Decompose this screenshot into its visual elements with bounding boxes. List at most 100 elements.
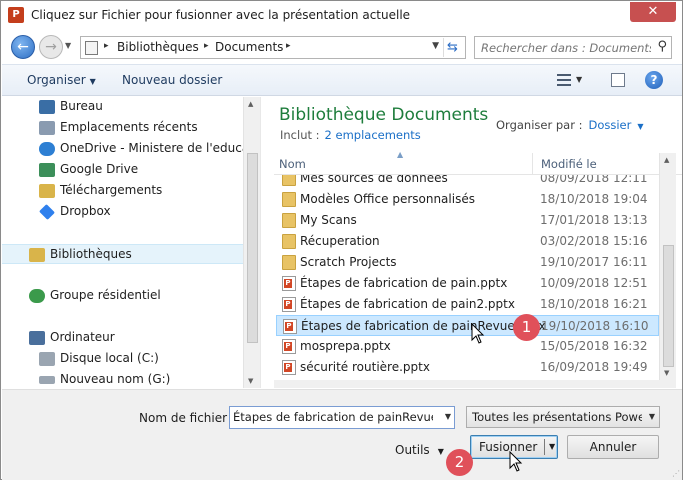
address-dropdown-icon[interactable]: ▼ bbox=[432, 41, 439, 51]
pptx-file-icon bbox=[282, 276, 296, 291]
filename-label: Nom de fichier : bbox=[139, 411, 235, 425]
nav-item-homegroup[interactable]: Groupe résidentiel bbox=[2, 286, 243, 306]
list-item[interactable]: mosprepa.pptx 15/05/2018 16:32 bbox=[276, 336, 659, 357]
file-name: Scratch Projects bbox=[300, 255, 397, 269]
back-button[interactable]: ← bbox=[11, 35, 35, 59]
nav-item-drive-g[interactable]: Nouveau nom (G:) bbox=[2, 370, 243, 388]
command-toolbar: Organiser ▼ Nouveau dossier ▼ ? bbox=[2, 64, 682, 96]
arrange-by: Organiser par : Dossier ▼ bbox=[496, 118, 644, 132]
nav-item-libraries[interactable]: Bibliothèques bbox=[2, 244, 243, 264]
list-item[interactable]: Récuperation 03/02/2018 15:16 bbox=[276, 231, 659, 252]
forward-button[interactable]: → bbox=[39, 35, 63, 59]
close-button[interactable]: ✕ bbox=[630, 2, 676, 22]
horizontal-scrollbar[interactable] bbox=[274, 380, 676, 388]
chevron-down-icon[interactable]: ▼ bbox=[445, 412, 451, 421]
step-2-badge: 2 bbox=[446, 449, 473, 476]
column-name[interactable]: Nom bbox=[279, 157, 306, 171]
nav-item-label: Ordinateur bbox=[50, 330, 115, 344]
chevron-down-icon[interactable]: ▼ bbox=[637, 122, 643, 131]
scroll-up-icon[interactable]: ▲ bbox=[248, 100, 253, 108]
chevron-down-icon[interactable]: ▼ bbox=[649, 412, 655, 421]
nav-item-downloads[interactable]: Téléchargements bbox=[2, 181, 243, 201]
resize-grip-icon[interactable]: ⋰ bbox=[672, 469, 680, 478]
scrollbar-thumb[interactable] bbox=[663, 245, 674, 367]
list-item[interactable]: sécurité routière.pptx 16/09/2018 19:49 bbox=[276, 357, 659, 378]
location-icon bbox=[85, 41, 98, 55]
includes-link[interactable]: 2 emplacements bbox=[325, 128, 421, 142]
nav-item-google-drive[interactable]: Google Drive bbox=[2, 160, 243, 180]
mouse-cursor-icon bbox=[471, 323, 485, 344]
downloads-icon bbox=[39, 184, 55, 198]
scroll-down-icon[interactable]: ▼ bbox=[664, 369, 669, 377]
nav-item-label: Nouveau nom (G:) bbox=[60, 372, 171, 386]
file-date: 08/09/2018 12:11 bbox=[540, 175, 648, 185]
google-drive-icon bbox=[39, 163, 55, 177]
file-name: My Scans bbox=[300, 213, 357, 227]
list-item[interactable]: My Scans 17/01/2018 13:13 bbox=[276, 210, 659, 231]
list-item[interactable]: Étapes de fabrication de pain.pptx 10/09… bbox=[276, 273, 659, 294]
scroll-down-icon[interactable]: ▼ bbox=[248, 377, 253, 385]
chevron-down-icon: ▼ bbox=[89, 77, 96, 86]
column-divider[interactable] bbox=[532, 153, 533, 175]
file-name: Mes sources de données bbox=[300, 175, 448, 185]
nav-item-dropbox[interactable]: Dropbox bbox=[2, 202, 243, 222]
merge-options-chevron-icon[interactable]: ▼ bbox=[549, 436, 555, 458]
preview-pane-icon[interactable] bbox=[611, 73, 625, 87]
pptx-file-icon bbox=[282, 360, 296, 375]
file-name: sécurité routière.pptx bbox=[300, 360, 430, 374]
new-folder-button[interactable]: Nouveau dossier bbox=[122, 73, 222, 87]
search-icon[interactable]: ⚲ bbox=[657, 39, 667, 54]
list-item-selected[interactable]: Étapes de fabrication de painRevue.pptx … bbox=[276, 315, 659, 336]
nav-item-computer[interactable]: Ordinateur bbox=[2, 328, 243, 348]
view-options-icon[interactable] bbox=[557, 74, 571, 86]
breadcrumb-separator-icon: ▸ bbox=[104, 41, 109, 51]
pane-splitter[interactable] bbox=[260, 97, 274, 388]
nav-item-desktop[interactable]: Bureau bbox=[2, 97, 243, 117]
tools-button[interactable]: Outils ▼ bbox=[395, 443, 444, 457]
refresh-icon[interactable]: ⇆ bbox=[443, 38, 461, 57]
address-row: ← → ▼ ▸ Bibliothèques ▸ Documents ▸ ▼ ⇆ … bbox=[1, 31, 682, 64]
breadcrumb-documents[interactable]: Documents bbox=[215, 40, 283, 54]
local-disk-icon bbox=[39, 352, 55, 366]
tools-label: Outils bbox=[395, 443, 430, 457]
computer-icon bbox=[29, 331, 45, 345]
breadcrumb-separator-icon: ▸ bbox=[204, 41, 209, 51]
help-icon[interactable]: ? bbox=[645, 71, 663, 89]
file-date: 16/09/2018 19:49 bbox=[540, 360, 648, 374]
filename-field[interactable] bbox=[233, 410, 433, 424]
arrange-value[interactable]: Dossier bbox=[588, 118, 631, 132]
view-chevron-down-icon[interactable]: ▼ bbox=[576, 75, 582, 84]
folder-icon bbox=[282, 213, 296, 228]
address-bar[interactable]: ▸ Bibliothèques ▸ Documents ▸ ▼ ⇆ bbox=[80, 36, 466, 59]
nav-item-label: Dropbox bbox=[60, 204, 111, 218]
nav-item-local-disk[interactable]: Disque local (C:) bbox=[2, 349, 243, 369]
nav-item-label: OneDrive - Ministere de l'education bbox=[60, 141, 260, 155]
filetype-select[interactable]: Toutes les présentations PowerP ▼ bbox=[466, 406, 660, 428]
cancel-button[interactable]: Annuler bbox=[567, 435, 659, 459]
search-input[interactable] bbox=[481, 40, 651, 56]
scrollbar-thumb[interactable] bbox=[247, 153, 258, 343]
filename-combobox[interactable]: ▼ bbox=[229, 406, 455, 429]
scroll-up-icon[interactable]: ▲ bbox=[664, 156, 669, 164]
file-date: 19/10/2017 16:11 bbox=[540, 255, 648, 269]
search-box[interactable]: ⚲ bbox=[474, 36, 672, 59]
nav-item-onedrive[interactable]: OneDrive - Ministere de l'education bbox=[2, 139, 260, 159]
organize-button[interactable]: Organiser ▼ bbox=[27, 73, 96, 87]
file-date: 18/10/2018 19:04 bbox=[540, 192, 648, 206]
powerpoint-icon: P bbox=[8, 7, 24, 23]
nav-item-recent-places[interactable]: Emplacements récents bbox=[2, 118, 243, 138]
desktop-icon bbox=[39, 100, 55, 114]
list-item[interactable]: Modèles Office personnalisés 18/10/2018 … bbox=[276, 189, 659, 210]
list-item[interactable]: Étapes de fabrication de pain2.pptx 18/1… bbox=[276, 294, 659, 315]
breadcrumb-libraries[interactable]: Bibliothèques bbox=[117, 40, 199, 54]
nav-item-label: Bibliothèques bbox=[50, 247, 132, 261]
column-modified[interactable]: Modifié le bbox=[541, 157, 597, 171]
list-item[interactable]: Mes sources de données 08/09/2018 12:11 bbox=[276, 175, 659, 189]
pptx-file-icon bbox=[282, 339, 296, 354]
file-list-scrollbar[interactable]: ▲ ▼ bbox=[659, 153, 676, 380]
list-item[interactable]: Scratch Projects 19/10/2017 16:11 bbox=[276, 252, 659, 273]
nav-scrollbar[interactable]: ▲ ▼ bbox=[243, 97, 260, 388]
breadcrumb-separator-icon: ▸ bbox=[286, 41, 291, 51]
recent-pages-chevron-icon[interactable]: ▼ bbox=[65, 41, 71, 50]
file-date: 17/01/2018 13:13 bbox=[540, 213, 648, 227]
